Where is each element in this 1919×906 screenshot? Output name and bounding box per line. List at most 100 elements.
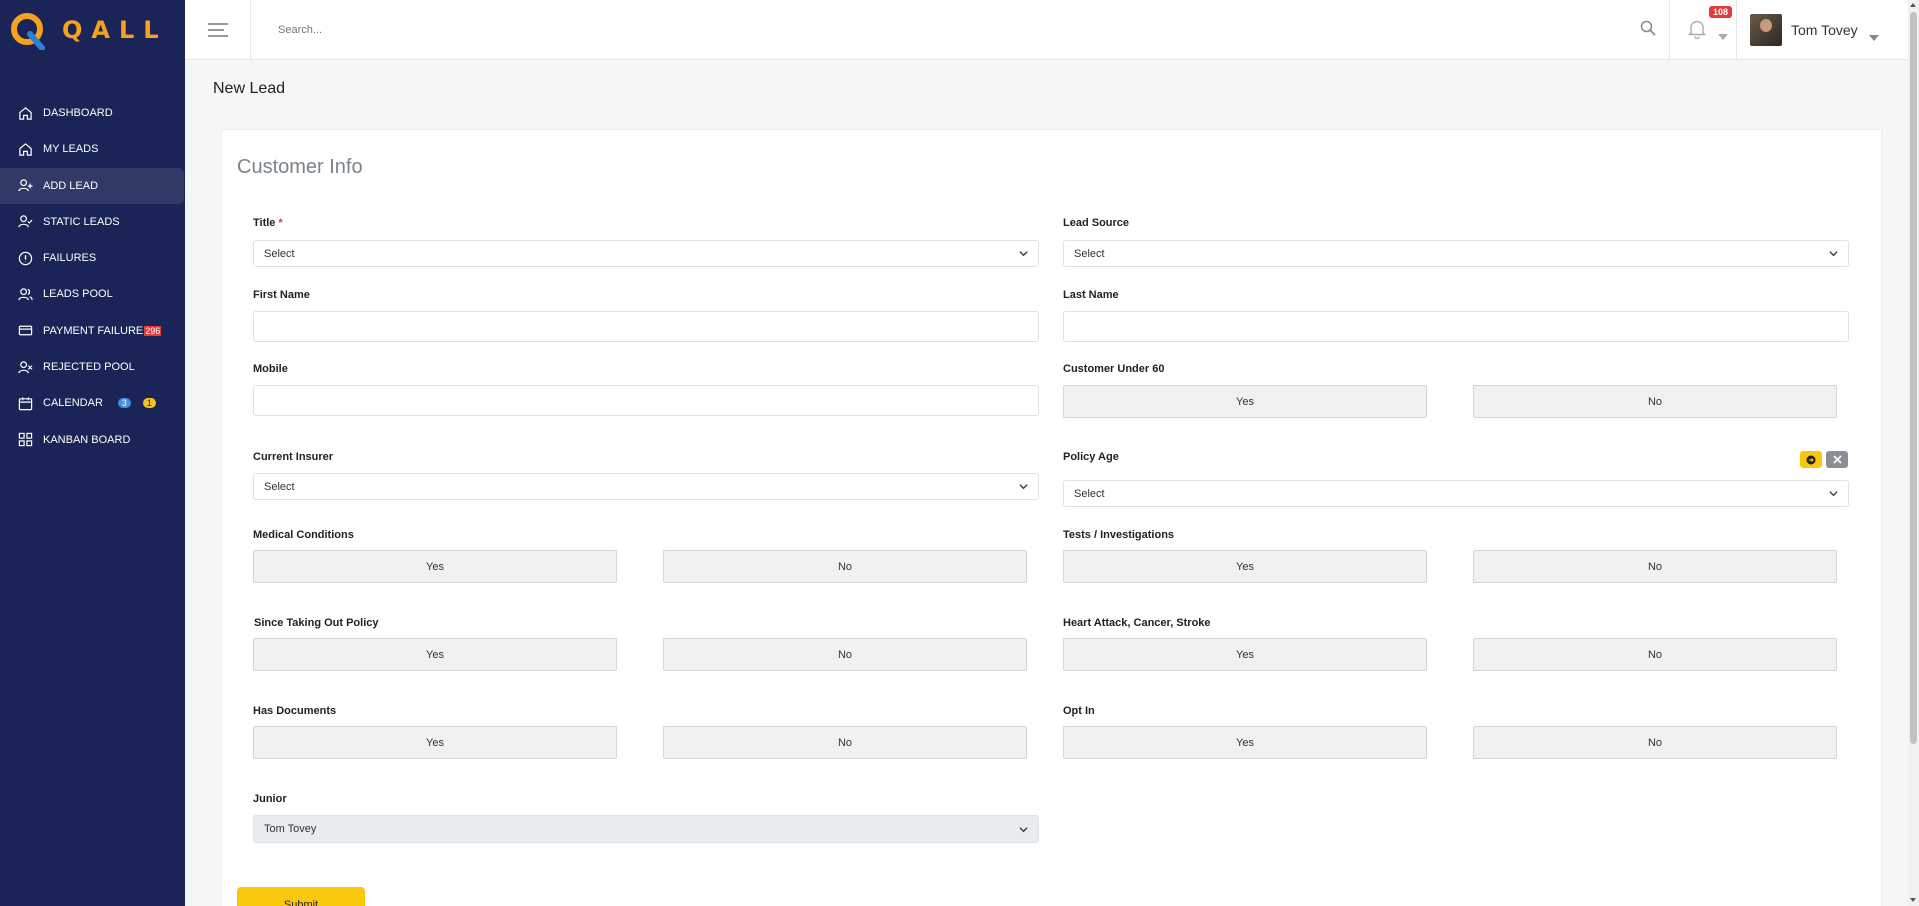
sidebar-item-kanban-board[interactable]: KANBAN BOARD xyxy=(0,422,185,458)
medical-conditions-label: Medical Conditions xyxy=(253,529,354,541)
customer-under-60-label: Customer Under 60 xyxy=(1063,363,1165,375)
customer-under-60-yes-button[interactable]: Yes xyxy=(1063,385,1427,418)
alert-circle-icon xyxy=(18,251,33,266)
home-icon xyxy=(18,142,33,157)
tests-investigations-label: Tests / Investigations xyxy=(1063,529,1175,541)
opt-in-no-button[interactable]: No xyxy=(1473,726,1837,759)
mobile-label: Mobile xyxy=(253,363,288,375)
sidebar-nav: DASHBOARD MY LEADS ADD LEAD STATIC LEADS… xyxy=(0,95,185,458)
page-scrollbar[interactable] xyxy=(1908,0,1919,906)
sidebar-item-add-lead[interactable]: ADD LEAD xyxy=(0,167,184,204)
calendar-badge-blue: 3 xyxy=(117,398,131,409)
logo-text: QALL xyxy=(62,16,168,44)
chevron-down-icon xyxy=(1019,251,1028,257)
menu-toggle-button[interactable] xyxy=(185,0,251,60)
calendar-badge-yellow: 1 xyxy=(142,398,156,409)
sidebar-item-label: REJECTED POOL xyxy=(43,361,135,374)
chevron-down-icon xyxy=(1829,491,1838,497)
avatar[interactable] xyxy=(1750,14,1782,46)
policy-age-select-value: Select xyxy=(1074,487,1105,500)
user-name[interactable]: Tom Tovey xyxy=(1791,22,1858,38)
title-select-value: Select xyxy=(264,247,295,260)
sidebar-item-static-leads[interactable]: STATIC LEADS xyxy=(0,204,185,240)
sidebar-item-label: ADD LEAD xyxy=(43,179,99,192)
sidebar-item-label: DASHBOARD xyxy=(43,107,113,119)
search-input[interactable] xyxy=(278,20,678,40)
home-icon xyxy=(18,106,33,121)
policy-age-clear-button[interactable] xyxy=(1826,451,1848,468)
close-icon xyxy=(1832,455,1842,464)
sidebar-item-rejected-pool[interactable]: REJECTED POOL xyxy=(0,349,185,385)
sidebar-item-label: CALENDAR xyxy=(43,397,103,410)
heart-attack-no-button[interactable]: No xyxy=(1473,638,1837,671)
card-title: Customer Info xyxy=(237,156,363,178)
sidebar-item-label: KANBAN BOARD xyxy=(43,433,131,446)
since-policy-no-button[interactable]: No xyxy=(663,638,1027,671)
user-check-icon xyxy=(18,214,33,229)
policy-age-action-button[interactable] xyxy=(1800,451,1822,468)
sidebar: QALL DASHBOARD MY LEADS ADD LEAD STATIC … xyxy=(0,0,185,906)
logo[interactable]: QALL xyxy=(0,0,185,60)
sidebar-item-failures[interactable]: FAILURES xyxy=(0,240,185,276)
chevron-down-icon xyxy=(1829,251,1838,257)
header-divider xyxy=(1669,0,1670,60)
junior-label: Junior xyxy=(253,793,287,805)
search-icon[interactable] xyxy=(1640,20,1656,41)
mobile-field[interactable] xyxy=(253,385,1039,416)
sidebar-item-dashboard[interactable]: DASHBOARD xyxy=(0,95,185,131)
bell-icon[interactable] xyxy=(1687,19,1707,44)
has-documents-yes-button[interactable]: Yes xyxy=(253,726,617,759)
tests-investigations-yes-button[interactable]: Yes xyxy=(1063,550,1427,583)
user-plus-icon xyxy=(18,178,33,193)
medical-conditions-yes-button[interactable]: Yes xyxy=(253,550,617,583)
chevron-down-icon xyxy=(1019,826,1028,832)
arrow-right-icon xyxy=(1806,455,1816,464)
top-header: 108 Tom Tovey xyxy=(185,0,1908,60)
heart-attack-yes-button[interactable]: Yes xyxy=(1063,638,1427,671)
sidebar-item-label: LEADS POOL xyxy=(43,288,113,301)
sidebar-item-label: MY LEADS xyxy=(43,143,99,156)
has-documents-label: Has Documents xyxy=(253,705,337,717)
junior-select[interactable]: Tom Tovey xyxy=(253,815,1039,843)
last-name-label: Last Name xyxy=(1063,289,1119,301)
sidebar-item-label: PAYMENT FAILURE xyxy=(43,324,144,337)
sidebar-item-label: FAILURES xyxy=(43,252,97,265)
logo-q-icon xyxy=(10,10,46,51)
header-divider xyxy=(1736,0,1737,60)
sidebar-item-my-leads[interactable]: MY LEADS xyxy=(0,131,185,167)
title-select[interactable]: Select xyxy=(253,240,1039,267)
tests-investigations-no-button[interactable]: No xyxy=(1473,550,1837,583)
sidebar-item-payment-failure[interactable]: PAYMENT FAILURE 296 xyxy=(0,313,185,349)
lead-source-select[interactable]: Select xyxy=(1063,240,1849,267)
first-name-field[interactable] xyxy=(253,311,1039,342)
medical-conditions-no-button[interactable]: No xyxy=(663,550,1027,583)
payment-failure-badge: 296 xyxy=(144,325,162,336)
junior-select-value: Tom Tovey xyxy=(264,823,317,835)
calendar-icon xyxy=(18,396,33,411)
current-insurer-label: Current Insurer xyxy=(253,451,334,463)
since-policy-label: Since Taking Out Policy xyxy=(254,617,379,629)
opt-in-yes-button[interactable]: Yes xyxy=(1063,726,1427,759)
sidebar-item-leads-pool[interactable]: LEADS POOL xyxy=(0,276,185,312)
chevron-down-icon[interactable] xyxy=(1869,28,1879,46)
lead-source-select-value: Select xyxy=(1074,247,1105,260)
policy-age-select[interactable]: Select xyxy=(1063,480,1849,507)
current-insurer-select[interactable]: Select xyxy=(253,473,1039,500)
required-asterisk: * xyxy=(278,217,283,229)
has-documents-no-button[interactable]: No xyxy=(663,726,1027,759)
scroll-down-arrow-icon[interactable] xyxy=(1910,898,1916,902)
chevron-down-icon[interactable] xyxy=(1718,27,1728,45)
scroll-thumb[interactable] xyxy=(1910,12,1917,744)
submit-button[interactable]: Submit xyxy=(237,887,365,906)
since-policy-yes-button[interactable]: Yes xyxy=(253,638,617,671)
credit-card-icon xyxy=(18,323,33,338)
last-name-field[interactable] xyxy=(1063,311,1849,342)
page-title: New Lead xyxy=(213,80,286,97)
policy-age-label: Policy Age xyxy=(1063,451,1119,463)
scroll-up-arrow-icon[interactable] xyxy=(1910,3,1916,7)
customer-under-60-no-button[interactable]: No xyxy=(1473,385,1837,418)
hamburger-icon xyxy=(207,23,228,37)
sidebar-item-calendar[interactable]: CALENDAR 3 1 xyxy=(0,385,185,421)
chevron-down-icon xyxy=(1019,484,1028,490)
title-label-text: Title xyxy=(253,217,276,229)
